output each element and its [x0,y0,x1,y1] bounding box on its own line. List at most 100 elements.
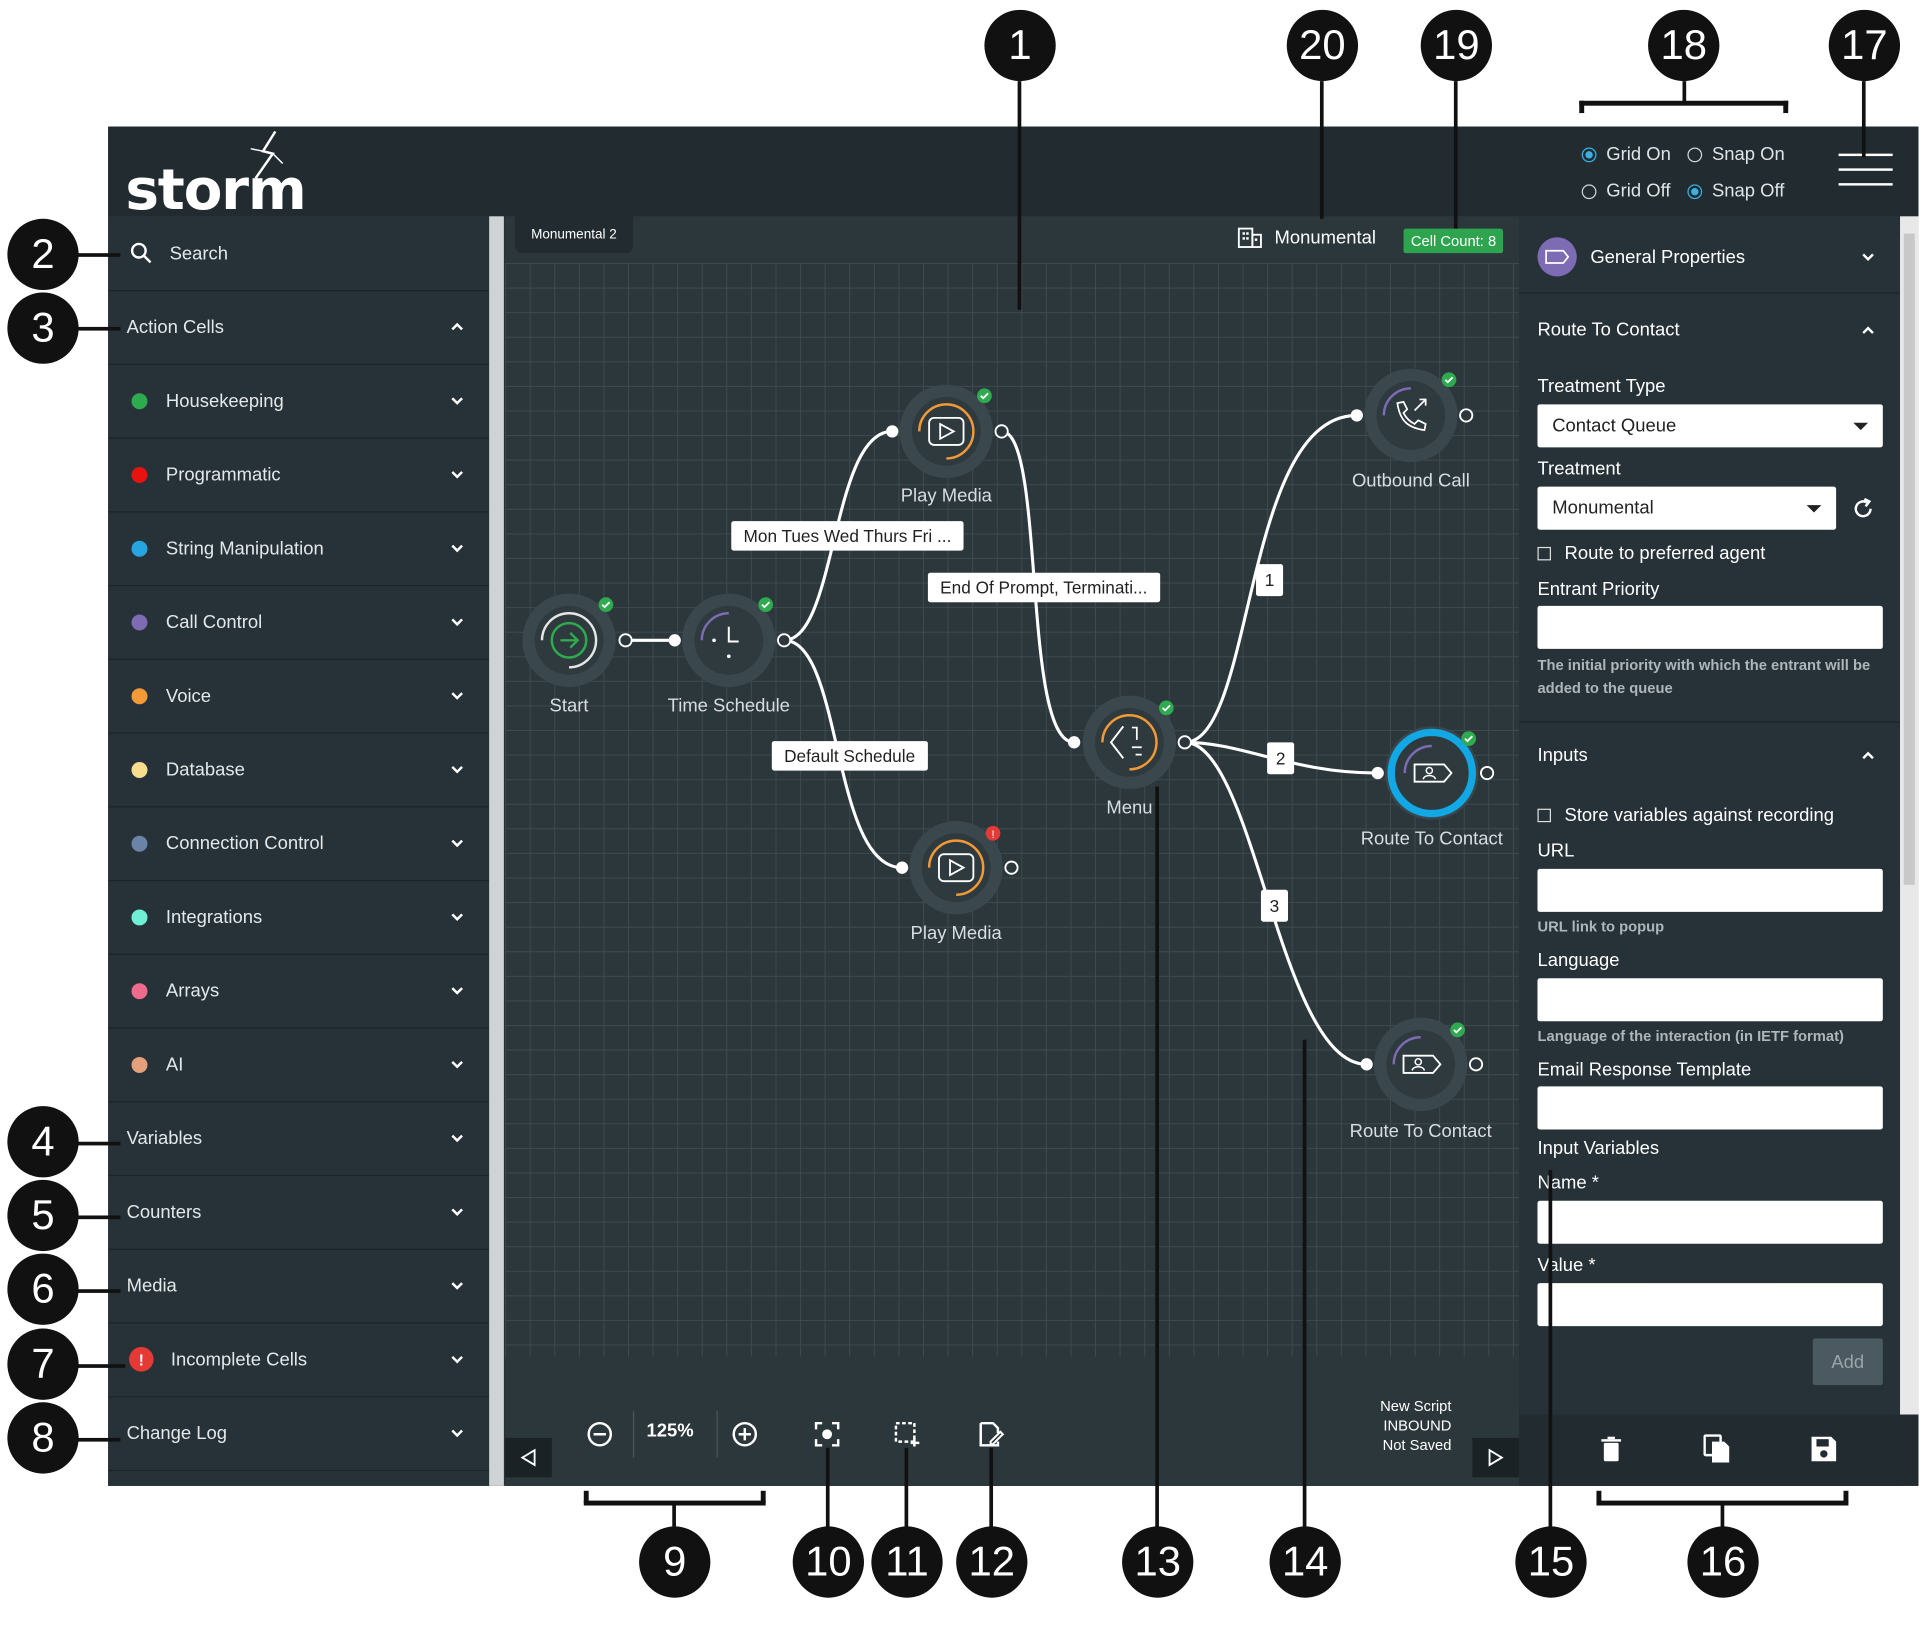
outbound-call-cell[interactable] [1364,368,1458,463]
callout-bracket-16-left [1596,1490,1602,1504]
select-area-icon[interactable] [893,1421,920,1448]
sidebar-change-log[interactable]: Change Log [108,1396,490,1472]
treatment-select[interactable]: Monumental [1537,486,1837,530]
center-view-icon[interactable] [814,1421,841,1448]
sidebar-media[interactable]: Media [108,1249,490,1324]
sidebar-scrollbar[interactable] [489,216,504,1486]
sidebar-item-integrations[interactable]: Integrations [108,880,490,955]
lightning-icon [250,130,284,179]
language-label: Language [1537,950,1620,971]
play-media-label-1: Play Media [900,485,992,507]
sidebar-item-programmatic[interactable]: Programmatic [108,438,490,513]
sidebar-item-label: String Manipulation [165,537,324,559]
callout-line-12 [989,1447,994,1529]
play-media-cell-1[interactable] [899,384,994,479]
treatment-label: Treatment [1537,458,1621,480]
prev-button[interactable] [505,1437,552,1478]
sidebar-item-label: Integrations [165,906,263,928]
snap-off-radio[interactable]: Snap Off [1687,181,1784,202]
properties-scrollbar[interactable] [1900,216,1919,1415]
sidebar: Search Action Cells Housekeeping Program… [108,216,490,1486]
email-template-input[interactable] [1537,1086,1883,1130]
route-to-contact-cell-2[interactable] [1374,1017,1468,1112]
edge-label-end-of-prompt[interactable]: End Of Prompt, Terminati... [927,572,1160,603]
category-dot [131,613,148,630]
next-button[interactable] [1472,1437,1520,1478]
edge-label-schedule-days[interactable]: Mon Tues Wed Thurs Fri ... [731,521,964,551]
grid-off-radio[interactable]: Grid Off [1581,181,1671,202]
callout-9: 9 [639,1526,711,1598]
chevron-down-icon [451,1060,463,1069]
script-status: New Script INBOUND Not Saved [1353,1396,1451,1455]
url-input[interactable] [1537,868,1883,912]
chevron-down-icon [451,618,463,627]
treatment-type-select[interactable]: Contact Queue [1537,404,1883,448]
sidebar-item-string-manipulation[interactable]: String Manipulation [108,511,490,587]
preferred-agent-checkbox[interactable]: Route to preferred agent [1537,543,1765,564]
flow-canvas[interactable]: Monumental 2 Monumental Cell Count: 8 ! … [505,216,1520,1486]
value-label: Value * [1537,1254,1596,1276]
play-media-cell-2[interactable]: ! [909,820,1003,915]
category-dot [131,466,148,483]
error-icon: ! [129,1346,154,1372]
callout-8: 8 [7,1402,79,1474]
menu-icon[interactable] [1838,153,1893,188]
sidebar-action-cells[interactable]: Action Cells [108,290,490,366]
zoom-divider [716,1410,718,1458]
edge-label-branch-1[interactable]: 1 [1256,564,1284,597]
category-dot [131,982,148,999]
chevron-down-icon [451,1355,463,1364]
zoom-in-icon[interactable] [731,1421,758,1448]
callout-18: 18 [1648,9,1720,82]
callout-16: 16 [1687,1526,1759,1598]
entrant-priority-input[interactable] [1537,605,1883,649]
route-to-contact-cell-1[interactable] [1385,726,1479,820]
counters-label: Counters [126,1201,202,1223]
category-dot [131,835,148,852]
chevron-down-icon [451,397,463,405]
callout-20: 20 [1286,9,1359,82]
storm-app: storm Grid On Snap On Grid Off Snap Off … [108,126,1919,1486]
chevron-down-icon [451,1429,463,1438]
callout-line-19 [1453,81,1458,229]
grid-on-radio[interactable]: Grid On [1581,144,1671,165]
sidebar-counters[interactable]: Counters [108,1175,490,1250]
add-variable-button[interactable]: Add [1812,1338,1883,1386]
time-schedule-cell[interactable] [682,593,776,688]
sidebar-search[interactable]: Search [108,216,490,292]
time-schedule-label: Time Schedule [667,695,790,717]
store-variables-checkbox[interactable]: Store variables against recording [1537,805,1834,826]
sidebar-item-arrays[interactable]: Arrays [108,954,490,1029]
media-label: Media [126,1275,177,1296]
category-dot [131,687,148,704]
edge-label-default-schedule[interactable]: Default Schedule [771,741,928,771]
save-state: Not Saved [1382,1436,1452,1454]
save-icon[interactable] [1810,1435,1837,1462]
start-cell[interactable] [522,593,616,688]
delete-icon[interactable] [1600,1435,1622,1462]
zoom-out-icon[interactable] [586,1421,613,1448]
sidebar-variables[interactable]: Variables [108,1101,490,1177]
sidebar-item-call-control[interactable]: Call Control [108,585,490,660]
inputs-header[interactable]: Inputs [1519,723,1900,784]
refresh-icon[interactable] [1851,497,1876,522]
general-properties-icon [1537,237,1577,277]
menu-cell[interactable] [1082,695,1177,790]
callout-line-2 [76,253,121,257]
sidebar-incomplete-cells[interactable]: ! Incomplete Cells [108,1322,490,1398]
copy-icon[interactable] [1703,1434,1730,1463]
sidebar-item-ai[interactable]: AI [108,1027,490,1103]
general-properties-header[interactable]: General Properties [1519,216,1901,294]
sidebar-item-database[interactable]: Database [108,732,490,808]
variable-name-input[interactable] [1537,1200,1883,1244]
route-to-contact-header[interactable]: Route To Contact [1519,293,1900,367]
edit-note-icon[interactable] [976,1419,1005,1448]
edge-label-branch-2[interactable]: 2 [1267,742,1295,775]
sidebar-item-connection-control[interactable]: Connection Control [108,806,490,882]
sidebar-item-voice[interactable]: Voice [108,659,490,734]
snap-on-radio[interactable]: Snap On [1687,144,1785,165]
edge-label-branch-3[interactable]: 3 [1260,889,1288,922]
variable-value-input[interactable] [1537,1283,1883,1327]
language-input[interactable] [1537,978,1883,1022]
sidebar-item-housekeeping[interactable]: Housekeeping [108,364,490,439]
